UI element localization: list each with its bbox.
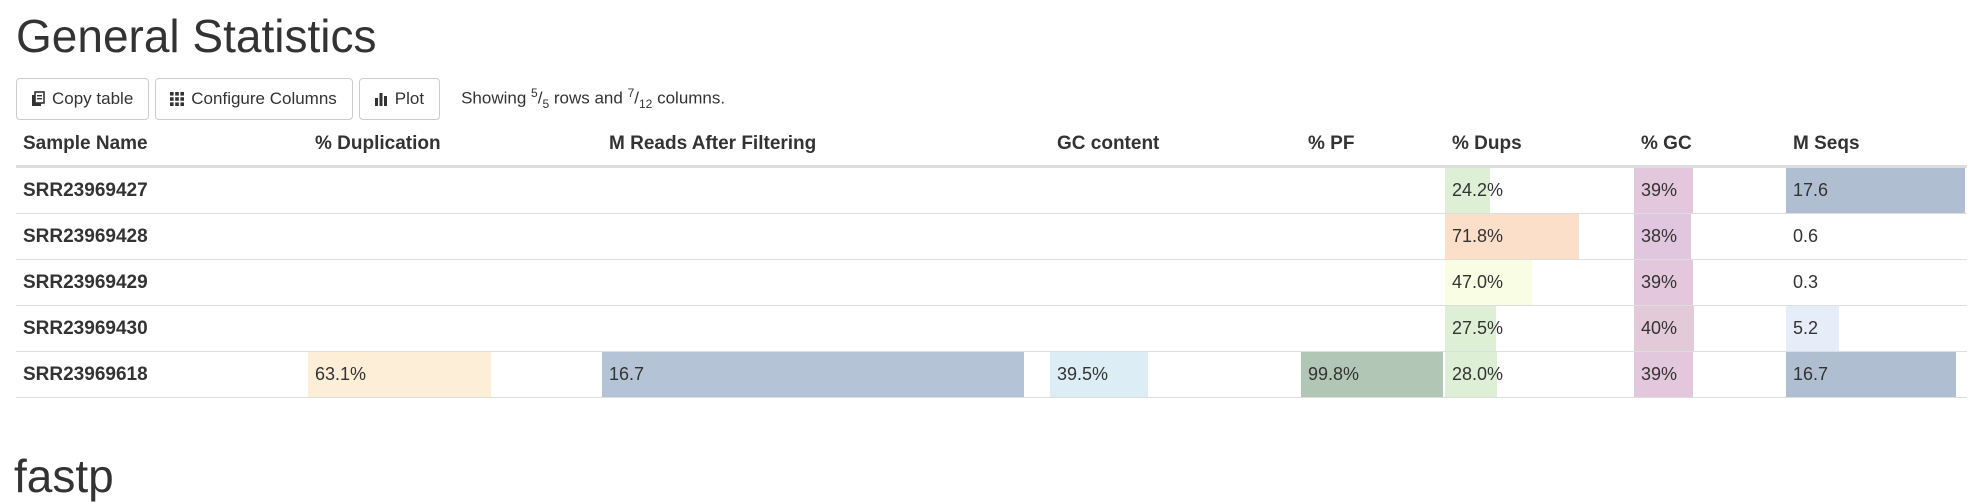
showing-summary: Showing 5/5 rows and 7/12 columns.: [461, 86, 726, 112]
table-row: SRR23969430 27.5% 40% 5.2: [16, 306, 1967, 352]
table-header: Sample Name % Duplication M Reads After …: [16, 121, 1967, 168]
gc-percent-value: 40%: [1641, 318, 1678, 338]
section-title-fastp: fastp: [14, 450, 114, 502]
gc-percent-value: 39%: [1641, 364, 1678, 384]
page-title: General Statistics: [16, 10, 377, 62]
dups-cell: 24.2%: [1445, 168, 1633, 213]
m-seqs-cell: 0.6: [1786, 214, 1967, 259]
sample-name-cell: SRR23969427: [23, 180, 148, 201]
plot-button[interactable]: Plot: [358, 78, 441, 120]
header-dups[interactable]: % Dups: [1452, 133, 1522, 155]
grid-icon: [170, 92, 185, 106]
pf-value: 99.8%: [1308, 364, 1360, 384]
configure-columns-label: Configure Columns: [191, 89, 337, 108]
duplication-cell: [308, 214, 600, 259]
m-seqs-cell: 0.3: [1786, 260, 1967, 305]
copy-table-button[interactable]: Copy table: [16, 78, 150, 120]
duplication-cell: [308, 260, 600, 305]
dups-value: 71.8%: [1452, 226, 1504, 246]
bar-chart-icon: [374, 92, 388, 106]
table-body: SRR23969427 24.2% 39% 17.6 SRR23969428 71.8% 3…: [16, 168, 1967, 398]
table-row: SRR23969428 71.8% 38% 0.6: [16, 214, 1967, 260]
dups-cell: 47.0%: [1445, 260, 1633, 305]
m-seqs-cell: 17.6: [1786, 168, 1967, 213]
gc-percent-value: 38%: [1641, 226, 1678, 246]
header-gc-percent[interactable]: % GC: [1641, 133, 1692, 155]
m-seqs-value: 16.7: [1793, 364, 1829, 384]
pf-cell: [1301, 168, 1445, 213]
pf-cell: [1301, 260, 1445, 305]
sample-name-cell: SRR23969430: [23, 318, 148, 339]
dups-value: 47.0%: [1452, 272, 1504, 292]
gc-percent-value: 39%: [1641, 180, 1678, 200]
m-reads-after-filtering-cell: [602, 168, 1048, 213]
sample-name-cell: SRR23969618: [23, 364, 148, 385]
gc-content-cell: [1050, 260, 1300, 305]
duplication-cell: [308, 306, 600, 351]
table-row: SRR23969427 24.2% 39% 17.6: [16, 168, 1967, 214]
sample-name-cell: SRR23969429: [23, 272, 148, 293]
header-gc-content[interactable]: GC content: [1057, 133, 1159, 155]
dups-cell: 27.5%: [1445, 306, 1633, 351]
general-stats-table: Sample Name % Duplication M Reads After …: [16, 121, 1967, 398]
m-seqs-value: 17.6: [1793, 180, 1829, 200]
gc-content-cell: [1050, 168, 1300, 213]
pf-cell: 99.8%: [1301, 352, 1445, 397]
m-reads-after-filtering-value: 16.7: [609, 364, 645, 384]
header-duplication[interactable]: % Duplication: [315, 133, 441, 155]
duplication-cell: 63.1%: [308, 352, 600, 397]
gc-content-cell: [1050, 306, 1300, 351]
m-seqs-cell: 16.7: [1786, 352, 1967, 397]
pf-cell: [1301, 306, 1445, 351]
dups-cell: 71.8%: [1445, 214, 1633, 259]
header-m-reads-after-filtering[interactable]: M Reads After Filtering: [609, 133, 816, 155]
dups-value: 24.2%: [1452, 180, 1504, 200]
gc-percent-cell: 39%: [1634, 168, 1786, 213]
m-seqs-cell: 5.2: [1786, 306, 1967, 351]
m-reads-after-filtering-cell: [602, 260, 1048, 305]
plot-label: Plot: [394, 89, 425, 108]
configure-columns-button[interactable]: Configure Columns: [155, 78, 353, 120]
gc-content-cell: 39.5%: [1050, 352, 1300, 397]
m-reads-after-filtering-bar: [602, 352, 1024, 397]
gc-percent-cell: 38%: [1634, 214, 1786, 259]
table-row: SRR23969429 47.0% 39% 0.3: [16, 260, 1967, 306]
duplication-cell: [308, 168, 600, 213]
table-row: SRR23969618 63.1% 16.7 39.5% 99.8% 28.0% 39% 16…: [16, 352, 1967, 398]
m-seqs-bar: [1786, 214, 1792, 259]
header-m-seqs[interactable]: M Seqs: [1793, 133, 1860, 155]
gc-content-value: 39.5%: [1057, 364, 1109, 384]
m-reads-after-filtering-cell: [602, 214, 1048, 259]
m-reads-after-filtering-cell: 16.7: [602, 352, 1048, 397]
m-seqs-value: 0.6: [1793, 226, 1819, 246]
dups-value: 27.5%: [1452, 318, 1504, 338]
m-reads-after-filtering-cell: [602, 306, 1048, 351]
gc-content-cell: [1050, 214, 1300, 259]
copy-icon: [31, 91, 45, 107]
sample-name-cell: SRR23969428: [23, 226, 148, 247]
copy-table-label: Copy table: [52, 89, 134, 108]
m-seqs-value: 5.2: [1793, 318, 1819, 338]
dups-cell: 28.0%: [1445, 352, 1633, 397]
table-toolbar: Copy table Configure Columns Plot Showin…: [16, 77, 725, 121]
header-sample-name[interactable]: Sample Name: [23, 133, 148, 155]
pf-cell: [1301, 214, 1445, 259]
dups-value: 28.0%: [1452, 364, 1504, 384]
gc-percent-value: 39%: [1641, 272, 1678, 292]
m-seqs-bar: [1786, 260, 1789, 305]
gc-percent-cell: 39%: [1634, 260, 1786, 305]
m-seqs-value: 0.3: [1793, 272, 1819, 292]
gc-percent-cell: 39%: [1634, 352, 1786, 397]
header-pf[interactable]: % PF: [1308, 133, 1354, 155]
gc-percent-cell: 40%: [1634, 306, 1786, 351]
duplication-value: 63.1%: [315, 364, 367, 384]
